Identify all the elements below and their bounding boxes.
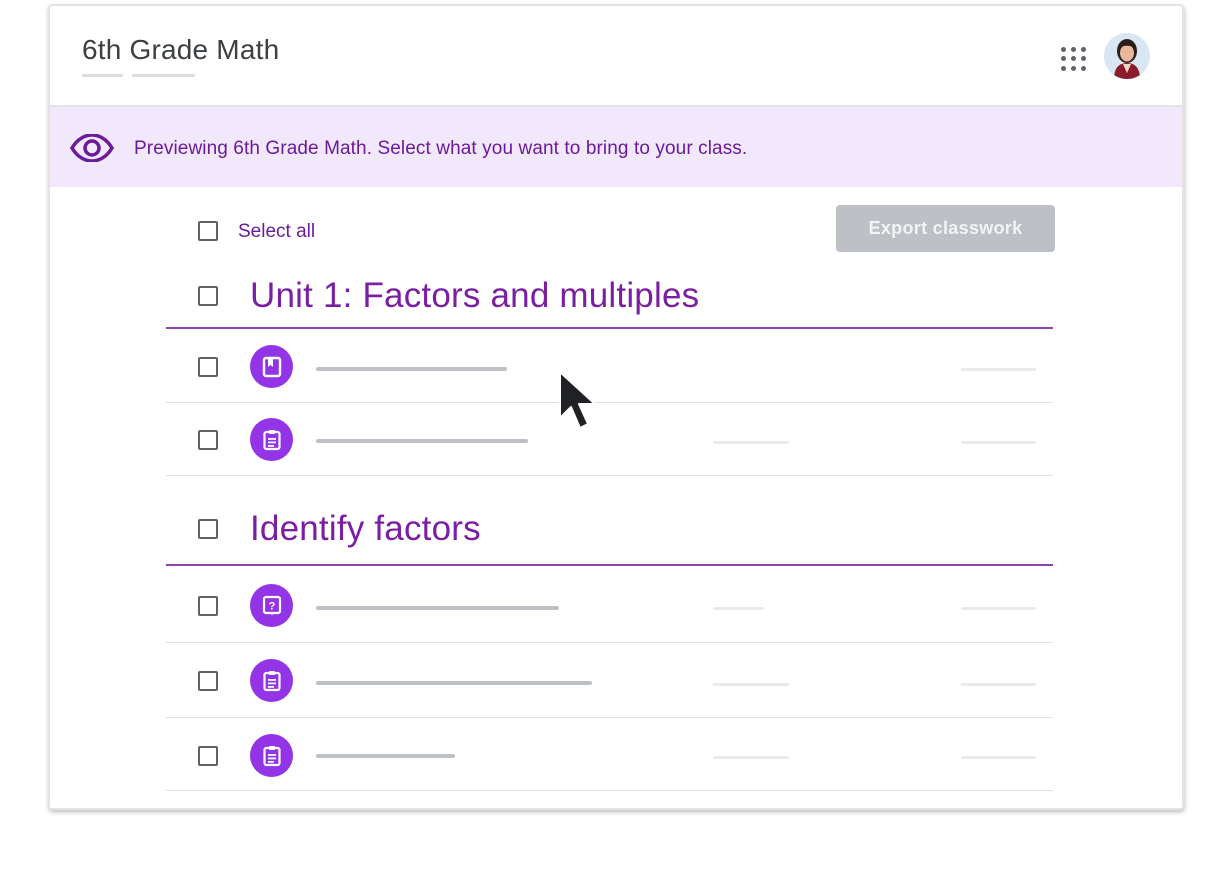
- topic-divider: [166, 327, 1053, 329]
- item-title-placeholder[interactable]: [316, 439, 528, 443]
- item-meta-placeholder: [713, 756, 789, 759]
- user-photo-icon: [1104, 33, 1150, 79]
- select-all-label[interactable]: Select all: [238, 221, 315, 243]
- topic-title: Identify factors: [250, 509, 481, 548]
- svg-text:?: ?: [268, 600, 275, 612]
- tab-placeholder-1[interactable]: [82, 74, 123, 77]
- eye-icon: [70, 134, 114, 162]
- app-header: 6th Grade Math: [50, 6, 1182, 107]
- item-title-placeholder[interactable]: [316, 367, 507, 371]
- select-all-checkbox[interactable]: [198, 221, 218, 241]
- topic-checkbox[interactable]: [198, 519, 218, 539]
- row-divider: [166, 642, 1053, 643]
- topic-title: Unit 1: Factors and multiples: [250, 276, 700, 315]
- topic-checkbox[interactable]: [198, 286, 218, 306]
- item-meta-placeholder: [961, 683, 1036, 686]
- item-meta-placeholder: [961, 368, 1036, 371]
- item-meta-placeholder: [961, 607, 1036, 610]
- material-icon: [250, 345, 293, 388]
- mouse-pointer-icon: [559, 371, 596, 429]
- item-meta-placeholder: [713, 683, 789, 686]
- row-divider: [166, 475, 1053, 476]
- question-icon: ?: [250, 584, 293, 627]
- assignment-icon: [250, 418, 293, 461]
- item-checkbox[interactable]: [198, 671, 218, 691]
- export-classwork-button[interactable]: Export classwork: [836, 205, 1055, 252]
- preview-banner: Previewing 6th Grade Math. Select what y…: [50, 107, 1182, 187]
- item-meta-placeholder: [713, 607, 764, 610]
- item-title-placeholder[interactable]: [316, 681, 592, 685]
- assignment-icon: [250, 659, 293, 702]
- apps-grid-icon[interactable]: [1056, 42, 1090, 76]
- item-checkbox[interactable]: [198, 430, 218, 450]
- item-meta-placeholder: [713, 441, 789, 444]
- avatar[interactable]: [1104, 33, 1150, 79]
- item-checkbox[interactable]: [198, 596, 218, 616]
- classroom-window: 6th Grade Math Previewing 6th Grade Math…: [48, 4, 1184, 810]
- item-meta-placeholder: [961, 756, 1036, 759]
- row-divider: [166, 790, 1053, 791]
- course-title: 6th Grade Math: [82, 34, 280, 65]
- topic-divider: [166, 564, 1053, 566]
- preview-banner-text: Previewing 6th Grade Math. Select what y…: [134, 138, 748, 159]
- tab-placeholder-2[interactable]: [132, 74, 195, 77]
- row-divider: [166, 717, 1053, 718]
- item-meta-placeholder: [961, 441, 1036, 444]
- item-title-placeholder[interactable]: [316, 606, 559, 610]
- row-divider: [166, 402, 1053, 403]
- item-title-placeholder[interactable]: [316, 754, 455, 758]
- item-checkbox[interactable]: [198, 746, 218, 766]
- item-checkbox[interactable]: [198, 357, 218, 377]
- assignment-icon: [250, 734, 293, 777]
